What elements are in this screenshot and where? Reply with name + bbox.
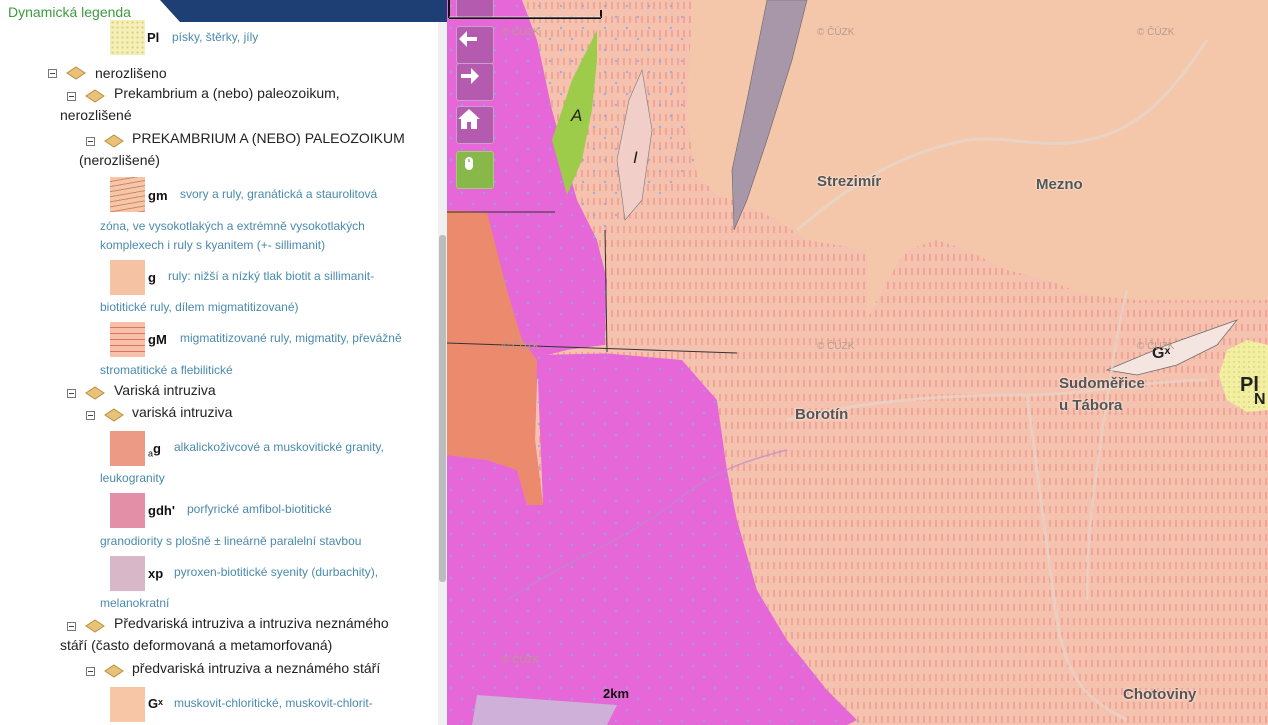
collapse-toggle[interactable] xyxy=(67,92,76,101)
legend-code-ag-main: g xyxy=(153,441,161,456)
legend-desc-xp: pyroxen-biotitické syenity (durbachity), xyxy=(174,565,379,579)
legend-tree: Pl písky, štěrky, jíly nerozlišeno Preka… xyxy=(0,0,440,725)
town-label-sudomerice: Sudoměřice xyxy=(1059,375,1145,392)
legend-desc-gx: muskovit-chloritické, muskovit-chlorit- xyxy=(174,696,373,710)
layer-group-icon xyxy=(85,619,105,633)
geo-label-n: N xyxy=(1254,391,1266,408)
arrow-right-icon xyxy=(461,68,479,84)
legend-swatch-gm xyxy=(110,177,145,212)
legend-code-gm-migm: gM xyxy=(148,332,167,347)
mouse-icon xyxy=(465,157,473,170)
layer-group-icon xyxy=(85,386,105,400)
node-predvariska-group-cont: stáří (často deformovaná a metamorfovaná… xyxy=(60,637,333,653)
node-predvariska-sub[interactable]: předvariská intruziva a neznámého stáří xyxy=(132,660,380,676)
legend-desc-gdh-cont: granodiority s plošně ± lineárně paralel… xyxy=(100,534,362,548)
collapse-toggle[interactable] xyxy=(48,69,57,78)
node-predvariska-group[interactable]: Předvariská intruziva a intruziva neznám… xyxy=(114,615,389,631)
legend-swatch-gdh xyxy=(110,493,145,528)
scale-bar xyxy=(448,0,602,19)
legend-desc-gm: svory a ruly, granátická a staurolitová xyxy=(180,187,378,201)
legend-code-ag: ag xyxy=(148,441,161,459)
layer-group-icon xyxy=(66,66,86,80)
legend-swatch-gx xyxy=(110,687,145,722)
mouse-tool-button[interactable] xyxy=(456,151,494,189)
geo-label-i: I xyxy=(633,148,638,167)
legend-desc-gm-cont2: komplexech i ruly s kyanitem (+- sillima… xyxy=(100,238,326,252)
home-icon xyxy=(458,109,480,129)
watermark: © ČÚZK xyxy=(1137,27,1175,38)
legend-swatch-pl xyxy=(110,20,145,55)
legend-code-gm: gm xyxy=(148,188,168,203)
collapse-toggle[interactable] xyxy=(67,622,76,631)
back-button[interactable] xyxy=(456,26,494,64)
node-nerozliseno[interactable]: nerozlišeno xyxy=(95,62,167,84)
legend-desc-ag: alkalickoživcové a muskovitické granity, xyxy=(174,440,384,454)
legend-code-pl: Pl xyxy=(147,30,160,45)
legend-code-g: g xyxy=(148,270,156,285)
legend-code-gdh: gdh' xyxy=(148,503,175,518)
legend-scrollbar-thumb[interactable] xyxy=(439,235,446,582)
legend-desc-ag-cont: leukogranity xyxy=(100,471,165,485)
watermark: © ČÚZK xyxy=(502,655,540,666)
panel-header: Dynamická legenda xyxy=(0,0,447,22)
scale-label: 2km xyxy=(603,686,630,701)
collapse-toggle[interactable] xyxy=(86,411,95,420)
legend-code-gx: Gˣ xyxy=(148,696,163,711)
legend-swatch-ag xyxy=(110,431,145,466)
collapse-toggle[interactable] xyxy=(86,137,95,146)
geo-label-a: A xyxy=(571,106,583,125)
legend-desc-g: ruly: nižší a nízký tlak biotit a sillim… xyxy=(168,269,375,283)
layer-group-icon xyxy=(104,408,124,422)
layer-group-icon xyxy=(104,134,124,148)
legend-panel: Pl písky, štěrky, jíly nerozlišeno Preka… xyxy=(0,0,447,725)
node-prekambrium-sub-cont: (nerozlišené) xyxy=(79,152,160,168)
layer-group-icon xyxy=(85,89,105,103)
node-variska-group[interactable]: Variská intruziva xyxy=(114,382,216,398)
town-label-u-tabora: u Tábora xyxy=(1059,397,1123,414)
map-view[interactable]: A I Gˣ Pl N Strezimír Mezno Borotín Sudo… xyxy=(447,0,1268,725)
legend-desc-pl: písky, štěrky, jíly xyxy=(172,30,259,44)
node-variska-sub[interactable]: variská intruziva xyxy=(132,404,232,420)
town-label-mezno: Mezno xyxy=(1036,176,1083,193)
watermark: © ČÚZK xyxy=(817,341,855,352)
home-button[interactable] xyxy=(456,106,494,144)
town-label-borotin: Borotín xyxy=(795,406,849,423)
town-label-chotoviny: Chotoviny xyxy=(1123,686,1197,703)
node-prekambrium-group-cont: nerozlišené xyxy=(60,107,132,123)
legend-desc-gm-migm: migmatitizované ruly, migmatity, převážn… xyxy=(180,331,402,345)
legend-desc-gdh: porfyrické amfibol-biotitické xyxy=(187,502,332,516)
legend-desc-g-cont: biotitické ruly, dílem migmatitizované) xyxy=(100,300,299,314)
watermark: © ČÚZK xyxy=(502,341,540,352)
arrow-left-icon xyxy=(459,31,477,47)
legend-swatch-xp xyxy=(110,556,145,591)
legend-desc-gm-migm-cont: stromatitické a flebilitické xyxy=(100,363,233,377)
town-label-strezimir: Strezimír xyxy=(817,173,882,190)
legend-swatch-gm-migm xyxy=(110,322,145,357)
layer-group-icon xyxy=(104,664,124,678)
legend-code-xp: xp xyxy=(148,566,164,581)
node-prekambrium-sub[interactable]: PREKAMBRIUM A (NEBO) PALEOZOIKUM xyxy=(132,130,405,146)
node-prekambrium-group[interactable]: Prekambrium a (nebo) paleozoikum, xyxy=(114,85,340,101)
watermark: © ČÚZK xyxy=(502,27,540,38)
panel-title: Dynamická legenda xyxy=(8,4,131,20)
watermark: © ČÚZK xyxy=(817,27,855,38)
forward-button[interactable] xyxy=(456,63,494,101)
legend-swatch-g xyxy=(110,260,145,295)
legend-desc-gm-cont: zóna, ve vysokotlakých a extrémně vysoko… xyxy=(100,219,365,233)
watermark: © ČÚZK xyxy=(1137,341,1175,352)
collapse-toggle[interactable] xyxy=(86,667,95,676)
collapse-toggle[interactable] xyxy=(67,389,76,398)
legend-desc-xp-cont: melanokratní xyxy=(100,596,170,610)
